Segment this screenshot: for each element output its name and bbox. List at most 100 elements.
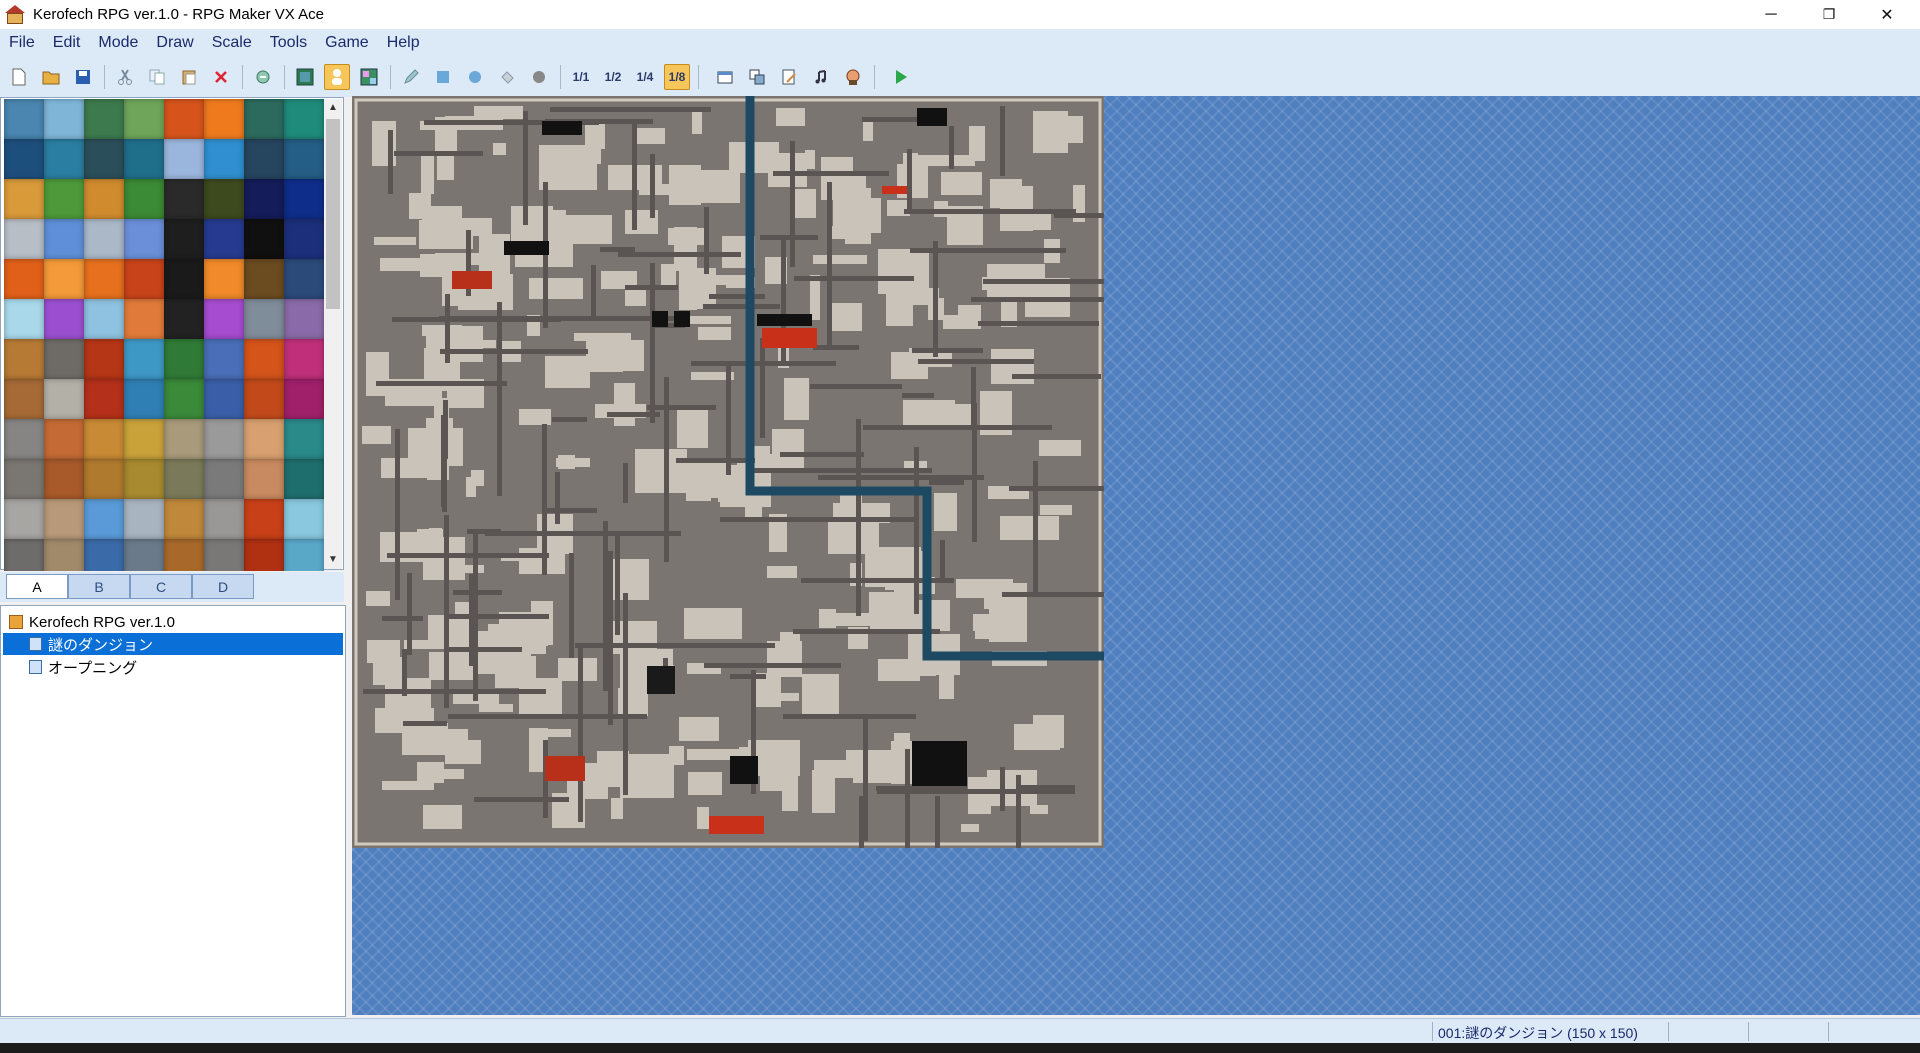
tile-swatch[interactable] <box>84 419 124 459</box>
tile-swatch[interactable] <box>4 339 44 379</box>
map-editor-canvas[interactable] <box>352 96 1920 1015</box>
tile-swatch[interactable] <box>44 139 84 179</box>
tile-swatch[interactable] <box>4 99 46 141</box>
tile-swatch[interactable] <box>164 139 204 179</box>
tile-swatch[interactable] <box>204 459 244 499</box>
tile-swatch[interactable] <box>284 179 324 219</box>
tile-swatch[interactable] <box>284 99 324 139</box>
tab-c[interactable]: C <box>130 574 192 599</box>
tile-swatch[interactable] <box>124 339 164 379</box>
tile-swatch[interactable] <box>244 459 284 499</box>
tree-map-item[interactable]: 謎のダンジョン <box>3 633 343 655</box>
tile-swatch[interactable] <box>284 259 324 299</box>
tile-swatch[interactable] <box>164 219 204 259</box>
flood-fill-icon[interactable] <box>494 64 520 90</box>
tile-swatch[interactable] <box>244 539 284 571</box>
tab-a[interactable]: A <box>6 574 68 599</box>
tile-swatch[interactable] <box>124 179 164 219</box>
tile-swatch[interactable] <box>44 419 84 459</box>
tile-swatch[interactable] <box>284 539 324 571</box>
open-project-icon[interactable] <box>38 64 64 90</box>
tile-swatch[interactable] <box>124 499 164 539</box>
tileset-scrollbar[interactable]: ▲ ▼ <box>324 99 342 569</box>
menu-file[interactable]: File <box>0 34 44 52</box>
dungeon-map[interactable] <box>352 96 1104 848</box>
tile-swatch[interactable] <box>44 99 84 139</box>
tile-swatch[interactable] <box>124 379 164 419</box>
paste-icon[interactable] <box>176 64 202 90</box>
tile-swatch[interactable] <box>44 459 84 499</box>
tile-swatch[interactable] <box>44 339 84 379</box>
tile-swatch[interactable] <box>204 499 244 539</box>
rectangle-icon[interactable] <box>430 64 456 90</box>
menu-tools[interactable]: Tools <box>261 34 316 52</box>
copy-icon[interactable] <box>144 64 170 90</box>
tile-swatch[interactable] <box>204 219 244 259</box>
tile-swatch[interactable] <box>44 539 84 571</box>
scale-1-8-icon[interactable]: 1/8 <box>664 64 690 90</box>
tab-b[interactable]: B <box>68 574 130 599</box>
tile-swatch[interactable] <box>284 299 324 339</box>
tile-swatch[interactable] <box>124 539 164 571</box>
tile-swatch[interactable] <box>164 299 204 339</box>
tile-swatch[interactable] <box>204 539 244 571</box>
character-generator-icon[interactable] <box>840 64 866 90</box>
tile-swatch[interactable] <box>4 499 44 539</box>
tile-swatch[interactable] <box>84 219 124 259</box>
tile-swatch[interactable] <box>244 419 284 459</box>
tile-swatch[interactable] <box>124 99 164 139</box>
tile-swatch[interactable] <box>84 499 124 539</box>
tile-swatch[interactable] <box>124 139 164 179</box>
tile-swatch[interactable] <box>44 299 84 339</box>
tile-swatch[interactable] <box>244 219 284 259</box>
tile-swatch[interactable] <box>204 99 244 139</box>
tile-swatch[interactable] <box>244 99 284 139</box>
tile-swatch[interactable] <box>4 299 44 339</box>
scrollbar-thumb[interactable] <box>326 119 340 309</box>
tile-swatch[interactable] <box>244 179 284 219</box>
undo-icon[interactable] <box>250 64 276 90</box>
menu-edit[interactable]: Edit <box>44 34 90 52</box>
scale-1-4-icon[interactable]: 1/4 <box>632 64 658 90</box>
tile-swatch[interactable] <box>244 299 284 339</box>
tile-swatch[interactable] <box>284 419 324 459</box>
new-project-icon[interactable] <box>6 64 32 90</box>
tile-swatch[interactable] <box>84 379 124 419</box>
tile-swatch[interactable] <box>284 219 324 259</box>
tile-swatch[interactable] <box>84 459 124 499</box>
resource-manager-icon[interactable] <box>744 64 770 90</box>
tile-swatch[interactable] <box>204 259 244 299</box>
shadow-pen-icon[interactable] <box>526 64 552 90</box>
tile-swatch[interactable] <box>164 419 204 459</box>
tile-swatch[interactable] <box>84 339 124 379</box>
menu-game[interactable]: Game <box>316 34 378 52</box>
tile-swatch[interactable] <box>4 219 44 259</box>
tile-swatch[interactable] <box>164 339 204 379</box>
tile-swatch[interactable] <box>204 379 244 419</box>
menu-mode[interactable]: Mode <box>89 34 147 52</box>
save-project-icon[interactable] <box>70 64 96 90</box>
scale-1-1-icon[interactable]: 1/1 <box>568 64 594 90</box>
region-mode-icon[interactable] <box>356 64 382 90</box>
delete-icon[interactable] <box>208 64 234 90</box>
tile-swatch[interactable] <box>284 459 324 499</box>
tile-swatch[interactable] <box>244 499 284 539</box>
tile-swatch[interactable] <box>44 379 84 419</box>
minimize-button[interactable]: ─ <box>1742 0 1800 29</box>
tile-swatch[interactable] <box>284 339 324 379</box>
tile-swatch[interactable] <box>204 179 244 219</box>
tile-swatch[interactable] <box>84 259 124 299</box>
tile-swatch[interactable] <box>4 139 44 179</box>
tile-swatch[interactable] <box>84 139 124 179</box>
tile-swatch[interactable] <box>124 419 164 459</box>
tile-swatch[interactable] <box>4 259 44 299</box>
ellipse-icon[interactable] <box>462 64 488 90</box>
tile-swatch[interactable] <box>84 179 124 219</box>
sound-test-icon[interactable] <box>808 64 834 90</box>
playtest-icon[interactable] <box>888 64 914 90</box>
tile-swatch[interactable] <box>244 379 284 419</box>
tile-swatch[interactable] <box>284 499 324 539</box>
restore-button[interactable]: ❐ <box>1800 0 1858 29</box>
tile-swatch[interactable] <box>164 179 204 219</box>
tile-swatch[interactable] <box>124 459 164 499</box>
